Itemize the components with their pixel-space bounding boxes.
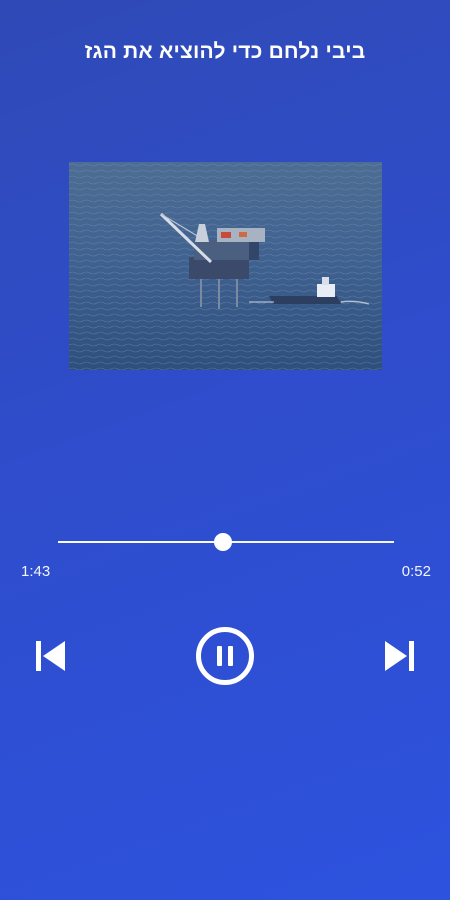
next-button[interactable]: [377, 634, 421, 678]
skip-previous-icon: [36, 641, 65, 671]
seek-bar[interactable]: [58, 532, 394, 552]
album-artwork: [69, 162, 382, 370]
skip-next-icon: [385, 641, 414, 671]
pause-bar-left: [217, 646, 222, 666]
seek-thumb[interactable]: [213, 533, 232, 551]
previous-button[interactable]: [29, 634, 73, 678]
play-pause-button[interactable]: [193, 624, 257, 688]
elapsed-time: 1:43: [21, 563, 51, 580]
track-title: ביבי נלחם כדי להוציא את הגז: [84, 40, 366, 63]
pause-bar-right: [228, 646, 233, 666]
offshore-gas-platform-image: [69, 162, 382, 370]
seek-played: [58, 541, 223, 543]
remaining-time: 0:52: [401, 563, 431, 580]
pause-icon: [196, 627, 254, 685]
